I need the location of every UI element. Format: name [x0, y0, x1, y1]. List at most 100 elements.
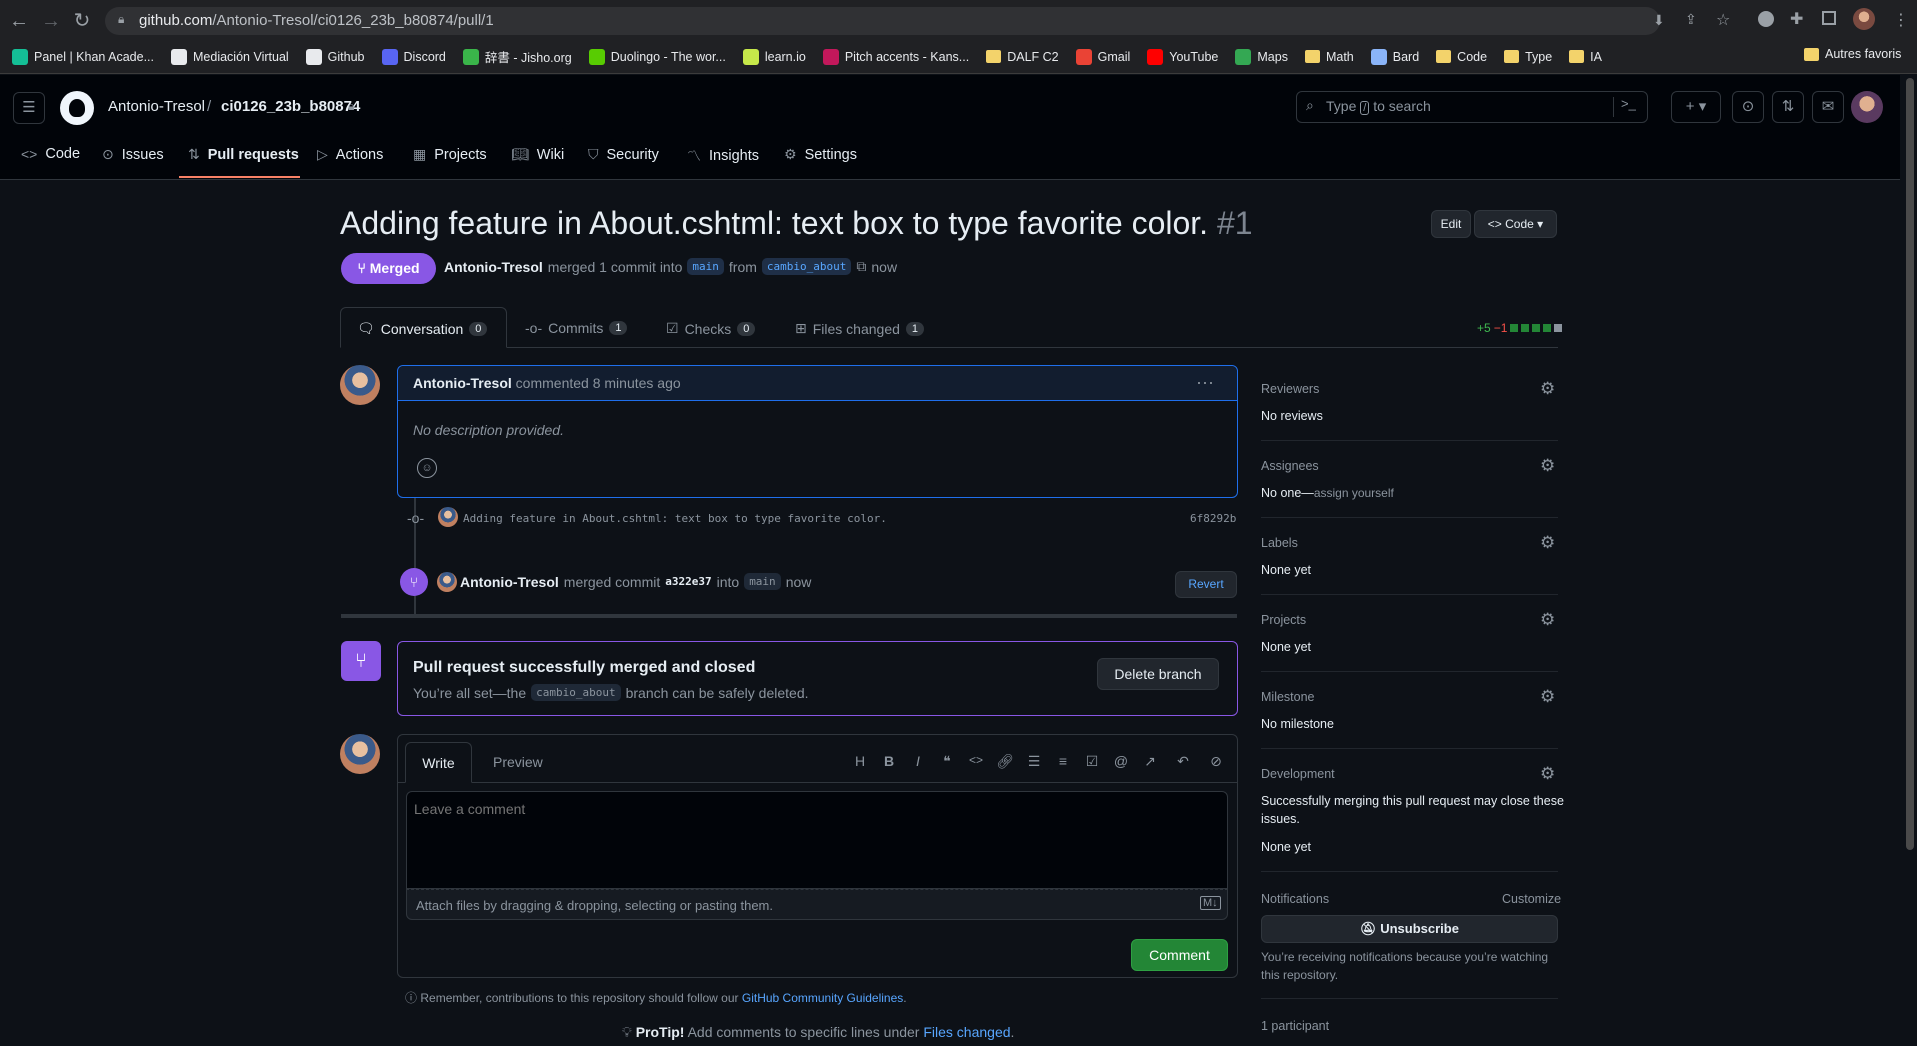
bookmark-item[interactable]: YouTube [1147, 48, 1218, 65]
bookmark-item[interactable]: Bard [1370, 48, 1419, 65]
heading-icon[interactable]: H [850, 753, 870, 769]
customize-notifications-link[interactable]: Customize [1502, 892, 1561, 906]
guidelines-link[interactable]: GitHub Community Guidelines [742, 991, 903, 1005]
cross-reference-icon[interactable]: ↗ [1140, 753, 1160, 770]
tab-projects[interactable]: ▦ Projects [413, 146, 487, 163]
code-dropdown-button[interactable]: <> Code ▾ [1474, 210, 1557, 238]
current-user-avatar[interactable] [340, 734, 380, 774]
bookmark-item[interactable]: IA [1569, 50, 1602, 64]
unordered-list-icon[interactable]: ☰ [1024, 753, 1044, 770]
mention-icon[interactable]: @ [1111, 753, 1131, 769]
bookmark-item[interactable]: Github [305, 48, 365, 65]
gear-icon[interactable]: ⚙ [1540, 687, 1555, 707]
bookmark-item[interactable]: learn.io [742, 48, 806, 65]
gear-icon[interactable]: ⚙ [1540, 610, 1555, 630]
bookmark-item[interactable]: Maps [1235, 48, 1288, 65]
comment-author-link[interactable]: Antonio-Tresol [413, 375, 512, 391]
tab-insights[interactable]: 〽 Insights [687, 146, 759, 166]
bookmark-item[interactable]: Type [1504, 50, 1552, 64]
attach-files-text[interactable]: Attach files by dragging & dropping, sel… [416, 898, 773, 913]
more-options-icon[interactable]: ··· [1196, 372, 1214, 393]
github-logo-icon[interactable] [60, 91, 94, 125]
protip-files-link[interactable]: Files changed [923, 1024, 1010, 1040]
sidebar-labels-label[interactable]: Labels [1261, 536, 1298, 550]
sidebar-projects-label[interactable]: Projects [1261, 613, 1306, 627]
bold-icon[interactable]: B [879, 753, 899, 769]
tab-checks[interactable]: ☑ Checks 0 [666, 320, 756, 337]
share-icon[interactable]: ⇪ [1685, 11, 1697, 28]
pr-author-link[interactable]: Antonio-Tresol [444, 259, 543, 275]
link-icon[interactable]: 🔗︎ [995, 753, 1015, 770]
quote-icon[interactable]: ❝ [937, 753, 957, 770]
bookmark-item[interactable]: Gmail [1075, 48, 1130, 65]
revert-button[interactable]: Revert [1175, 571, 1237, 598]
base-branch-label[interactable]: main [687, 258, 724, 275]
inbox-icon[interactable]: ✉ [1812, 91, 1844, 123]
pull-requests-icon[interactable]: ⇅ [1772, 91, 1804, 123]
bookmark-item[interactable]: Code [1436, 50, 1487, 64]
gear-icon[interactable]: ⚙ [1540, 764, 1555, 784]
create-new-button[interactable]: + ▾ [1671, 91, 1721, 123]
tab-conversation-content[interactable]: 🗨︎ Conversation 0 [357, 320, 488, 337]
user-avatar[interactable] [1851, 91, 1883, 123]
code-icon[interactable]: <> [966, 753, 986, 767]
bookmark-item[interactable]: Mediación Virtual [171, 48, 289, 65]
assign-yourself-link[interactable]: assign yourself [1314, 486, 1394, 500]
delete-branch-button[interactable]: Delete branch [1097, 658, 1219, 690]
commit-author-avatar[interactable] [438, 507, 458, 527]
commit-message-link[interactable]: Adding feature in About.cshtml: text box… [463, 512, 887, 525]
merge-target-branch[interactable]: main [744, 573, 781, 590]
gear-icon[interactable]: ⚙ [1540, 533, 1555, 553]
extensions-puzzle-icon[interactable]: ✚ [1790, 9, 1803, 29]
command-palette-icon[interactable]: >_ [1621, 96, 1636, 111]
tab-commits[interactable]: -o- Commits 1 [525, 320, 628, 336]
extension-icon[interactable] [1758, 11, 1774, 27]
comment-submit-button[interactable]: Comment [1131, 939, 1228, 971]
install-icon[interactable]: ⬇ [1653, 12, 1665, 29]
tab-actions[interactable]: ▷ Actions [317, 146, 383, 163]
comment-author-avatar[interactable] [340, 365, 380, 405]
bookmark-item[interactable]: Math [1304, 50, 1354, 64]
sidebar-development-label[interactable]: Development [1261, 767, 1335, 781]
tab-issues[interactable]: ⊙ Issues [102, 146, 164, 163]
tab-files-changed[interactable]: ⊞ Files changed 1 [795, 320, 925, 337]
undo-reply-icon[interactable]: ↶ [1173, 753, 1193, 770]
italic-icon[interactable]: I [908, 753, 928, 769]
gear-icon[interactable]: ⚙ [1540, 379, 1555, 399]
bookmark-item[interactable]: Discord [381, 48, 446, 65]
sidebar-milestone-label[interactable]: Milestone [1261, 690, 1315, 704]
merger-link[interactable]: Antonio-Tresol [460, 574, 559, 590]
bookmark-item[interactable]: DALF C2 [986, 50, 1059, 64]
tab-pull-requests[interactable]: ⇅ Pull requests [188, 146, 299, 163]
tab-code[interactable]: <> Code [21, 146, 80, 162]
tab-security[interactable]: ⛉ Security [588, 146, 659, 163]
repo-name-link[interactable]: ci0126_23b_b80874 [221, 98, 360, 115]
emoji-reaction-icon[interactable]: ☺ [417, 458, 437, 478]
back-icon[interactable]: ← [5, 7, 33, 35]
edit-title-button[interactable]: Edit [1431, 210, 1471, 238]
bookmark-item[interactable]: Panel | Khan Acade... [12, 48, 154, 65]
bookmark-item[interactable]: Duolingo - The wor... [588, 48, 726, 65]
unsubscribe-button[interactable]: 🔕︎ Unsubscribe [1261, 915, 1558, 943]
reload-icon[interactable]: ↻ [68, 7, 96, 35]
tab-wiki[interactable]: 📖︎ Wiki [511, 146, 564, 163]
commit-sha-link[interactable]: 6f8292b [1190, 512, 1236, 525]
comment-textarea[interactable] [406, 791, 1228, 889]
forward-icon[interactable]: → [37, 7, 65, 35]
gear-icon[interactable]: ⚙ [1540, 456, 1555, 476]
ordered-list-icon[interactable]: ≡ [1053, 753, 1073, 769]
tab-settings[interactable]: ⚙ Settings [784, 146, 857, 163]
merge-commit-sha[interactable]: a322e37 [665, 575, 711, 588]
bookmark-star-icon[interactable]: ☆ [1716, 10, 1730, 30]
scrollbar-thumb[interactable] [1906, 78, 1914, 850]
site-info-icon[interactable]: 🔒︎ [118, 12, 124, 27]
other-bookmarks[interactable]: Autres favoris [1804, 47, 1901, 61]
hamburger-menu-icon[interactable]: ☰ [13, 92, 45, 124]
issues-icon[interactable]: ⊙ [1732, 91, 1764, 123]
url-text[interactable]: github.com/Antonio-Tresol/ci0126_23b_b80… [139, 12, 494, 29]
head-branch-label[interactable]: cambio_about [761, 258, 852, 275]
copy-icon[interactable]: ⧉ [856, 258, 866, 275]
comment-timestamp[interactable]: commented 8 minutes ago [516, 375, 681, 391]
bookmark-item[interactable]: Pitch accents - Kans... [822, 48, 969, 65]
sidebar-assignees-label[interactable]: Assignees [1261, 459, 1319, 473]
